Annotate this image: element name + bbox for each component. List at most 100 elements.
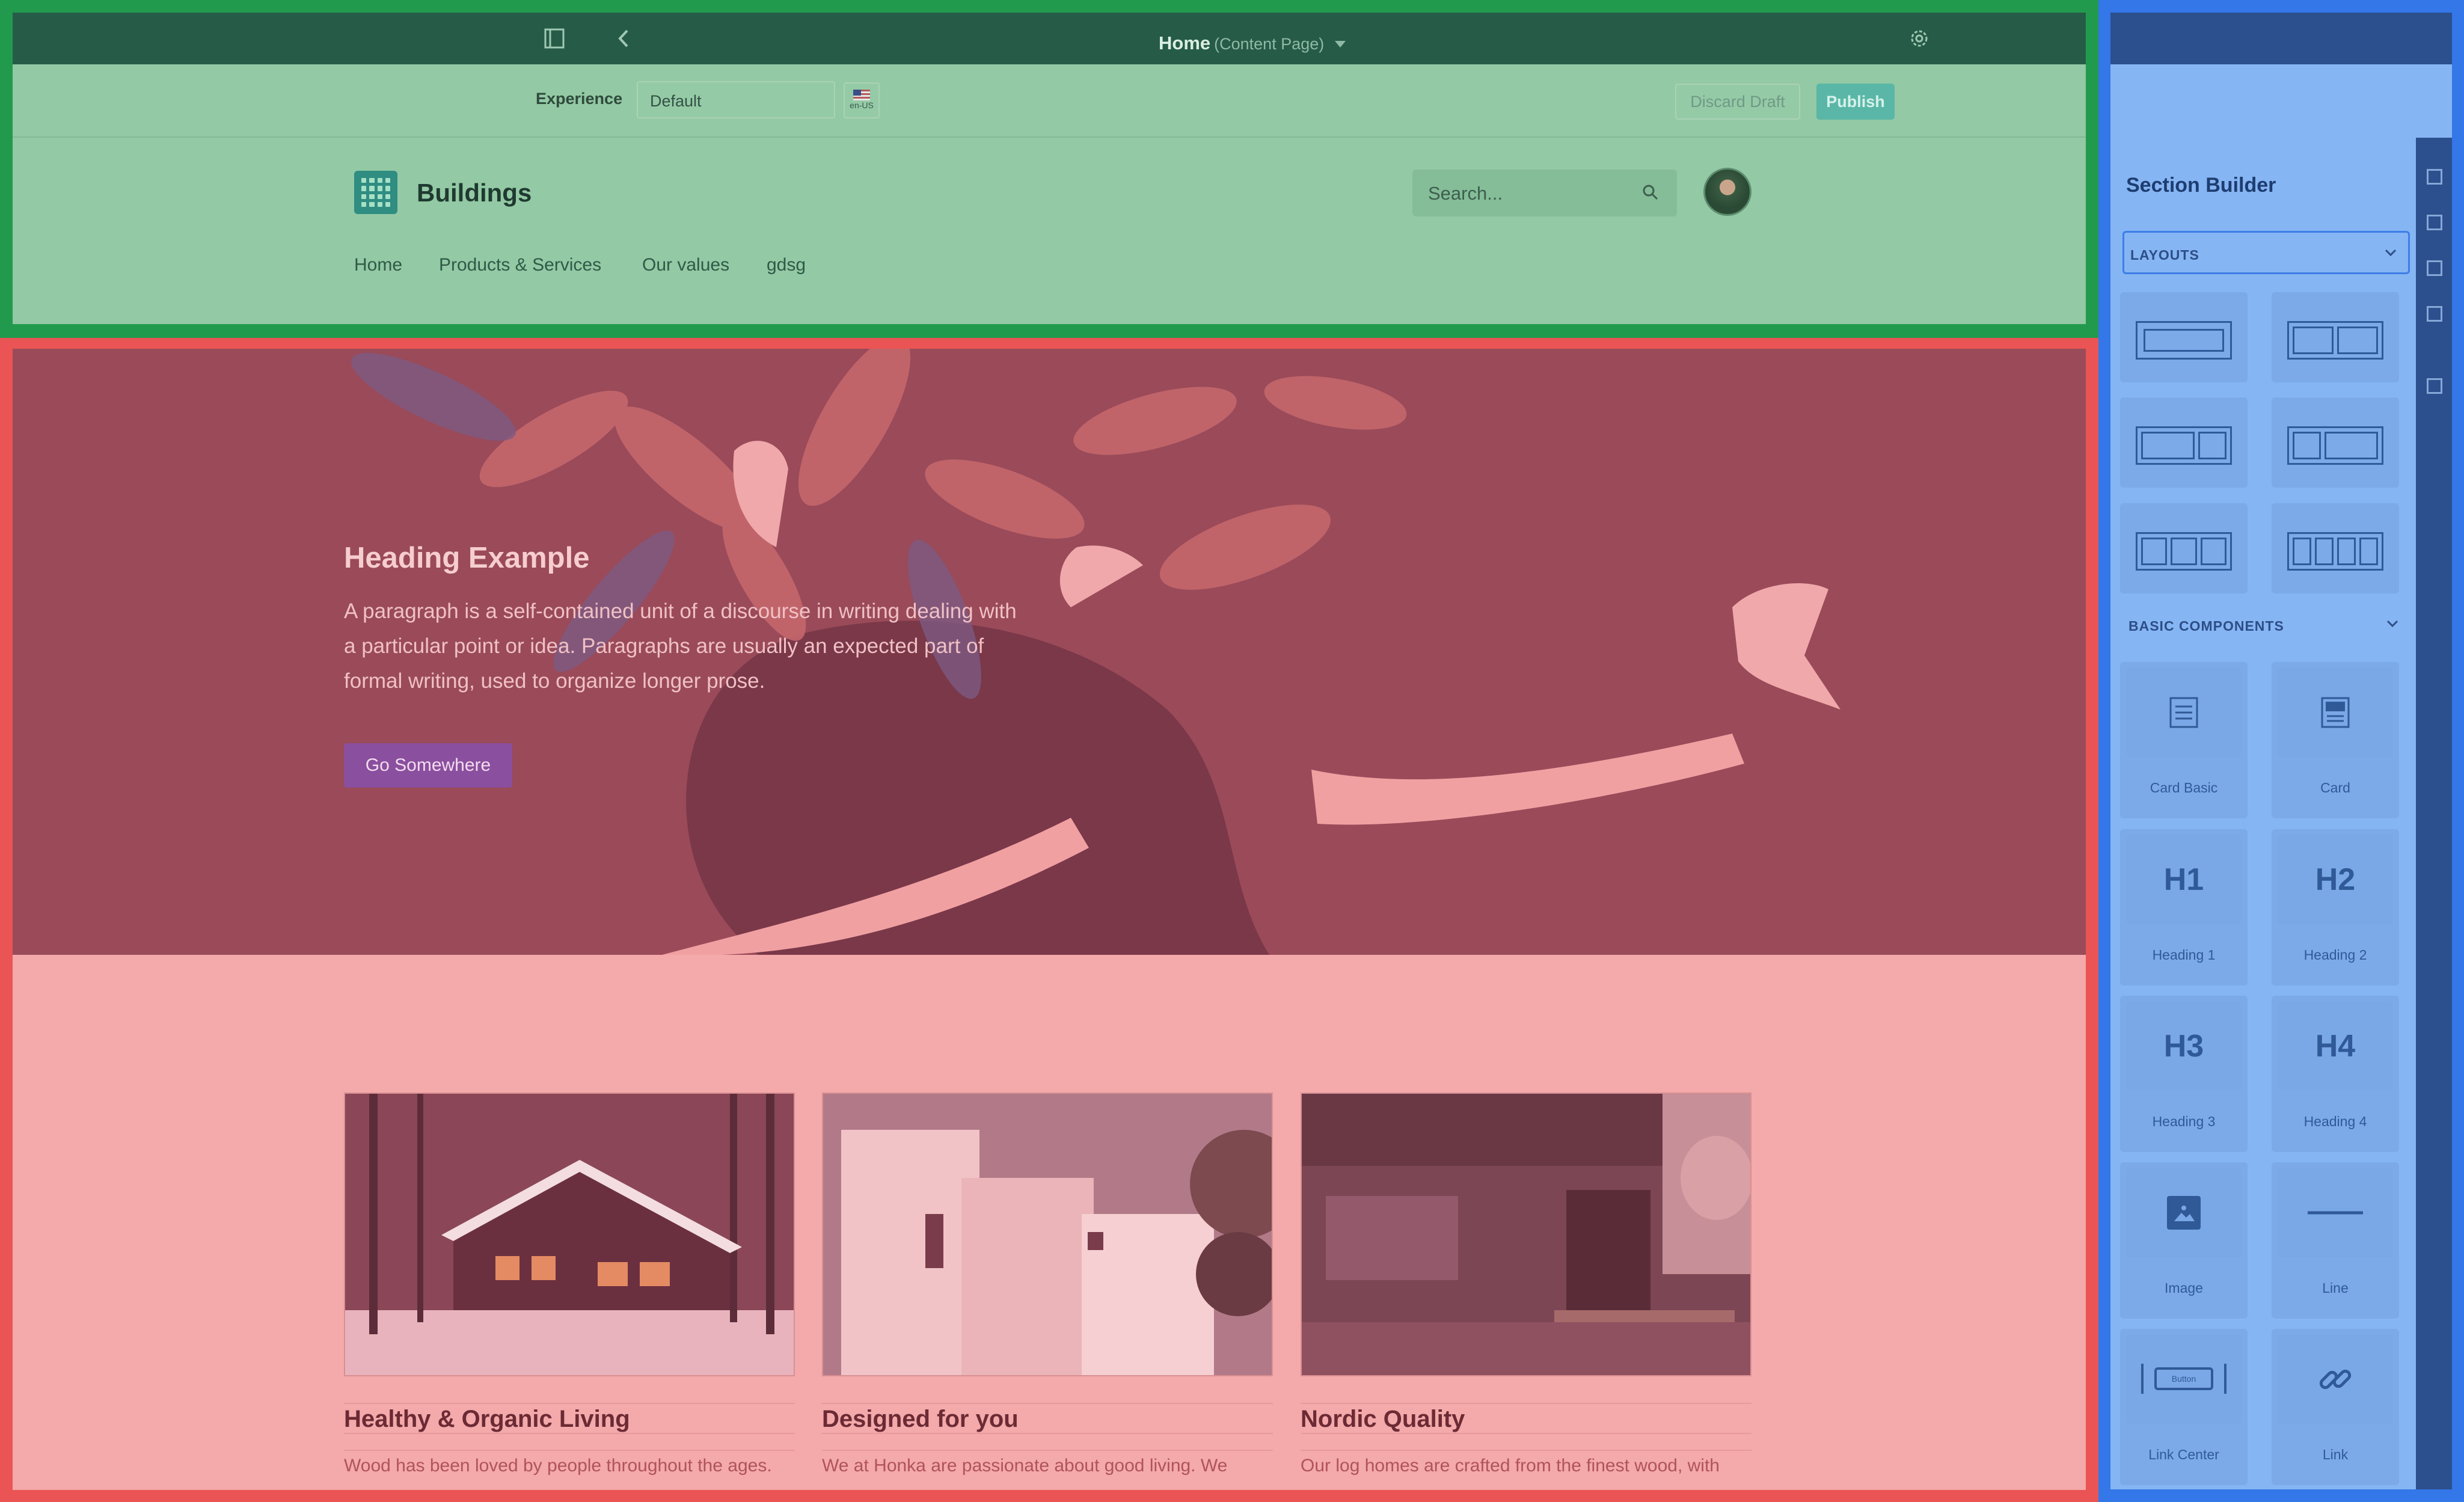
layout-4-columns[interactable] xyxy=(2272,503,2399,593)
card-title: Nordic Quality xyxy=(1301,1403,1751,1434)
component-link-center[interactable]: Button Link Center xyxy=(2120,1329,2248,1485)
nav-our-values[interactable]: Our values xyxy=(642,255,729,275)
hierarchy-icon[interactable] xyxy=(2427,306,2442,322)
site-brand[interactable]: Buildings xyxy=(417,179,532,207)
heading-2-icon: H2 xyxy=(2278,835,2393,924)
go-somewhere-button[interactable]: Go Somewhere xyxy=(344,743,512,788)
component-label: Heading 4 xyxy=(2303,1114,2367,1129)
card-text: Our log homes are crafted from the fines… xyxy=(1301,1450,1751,1477)
chevron-down-icon xyxy=(1335,41,1346,48)
hero-paragraph: A paragraph is a self-contained unit of … xyxy=(344,599,1017,693)
layout-3-columns[interactable] xyxy=(2120,503,2248,593)
sidebar-toggle-icon[interactable] xyxy=(542,26,567,51)
layouts-label: LAYOUTS xyxy=(2130,247,2199,263)
basic-components-accordion[interactable]: BASIC COMPONENTS xyxy=(2122,604,2410,647)
heading-3-icon: H3 xyxy=(2126,1002,2242,1091)
publish-button[interactable]: Publish xyxy=(1816,84,1895,120)
heading-4-icon: H4 xyxy=(2278,1002,2393,1091)
component-heading-2[interactable]: H2 Heading 2 xyxy=(2272,829,2399,985)
component-label: Heading 1 xyxy=(2152,947,2216,963)
user-avatar[interactable] xyxy=(1703,168,1751,216)
component-card-basic[interactable]: Card Basic xyxy=(2120,662,2248,818)
card-basic-icon xyxy=(2126,668,2242,757)
site-header: Buildings Search... Home Products & Serv… xyxy=(13,138,2086,324)
widgets-icon[interactable] xyxy=(2427,215,2442,230)
layout-1-column[interactable] xyxy=(2120,292,2248,382)
card-text: Wood has been loved by people throughout… xyxy=(344,1450,795,1477)
card-text: We at Honka are passionate about good li… xyxy=(822,1450,1273,1477)
editor-topbar: Home (Content Page) xyxy=(13,13,2086,64)
component-label: Line xyxy=(2322,1280,2349,1296)
component-label: Card xyxy=(2320,780,2350,795)
layout-2-columns-wide-right[interactable] xyxy=(2272,397,2399,488)
card-designed-for-you[interactable]: Designed for you We at Honka are passion… xyxy=(822,1093,1273,1477)
panel-side-rail xyxy=(2416,138,2452,1489)
component-line[interactable]: Line xyxy=(2272,1162,2399,1319)
line-icon xyxy=(2278,1168,2393,1257)
card-nordic-quality[interactable]: Nordic Quality Our log homes are crafted… xyxy=(1301,1093,1751,1477)
component-image[interactable]: Image xyxy=(2120,1162,2248,1319)
site-logo-icon[interactable] xyxy=(354,171,397,214)
settings-icon[interactable] xyxy=(1907,26,1932,51)
image-icon xyxy=(2126,1168,2242,1257)
component-label: Heading 2 xyxy=(2303,947,2367,963)
component-card[interactable]: Card xyxy=(2272,662,2399,818)
card-image-interior xyxy=(1301,1093,1751,1376)
chevron-down-icon xyxy=(2386,620,2398,628)
component-label: Link Center xyxy=(2148,1447,2219,1462)
hero-illustration xyxy=(351,349,1840,955)
page-structure-icon[interactable] xyxy=(2427,260,2442,276)
hero-heading: Heading Example xyxy=(344,542,590,574)
page-type: (Content Page) xyxy=(1214,35,1325,53)
locale-button[interactable]: en-US xyxy=(844,82,880,118)
chevron-down-icon xyxy=(2385,249,2397,257)
component-label: Link xyxy=(2322,1447,2349,1462)
search-placeholder: Search... xyxy=(1428,183,1503,204)
locale-label: en-US xyxy=(850,100,874,110)
heading-1-icon: H1 xyxy=(2126,835,2242,924)
section-builder-panel-region: Section Builder LAYOUTS BASIC COMPONENTS… xyxy=(2098,0,2464,1502)
button-icon-text: Button xyxy=(2172,1374,2196,1384)
experience-label: Experience xyxy=(536,90,623,108)
fragments-icon[interactable] xyxy=(2427,169,2442,185)
experience-bar: Experience Default en-US Discard Draft P… xyxy=(13,64,2086,138)
card-image-white-house xyxy=(822,1093,1273,1376)
card-healthy-living[interactable]: Healthy & Organic Living Wood has been l… xyxy=(344,1093,795,1477)
section-builder: Section Builder LAYOUTS BASIC COMPONENTS… xyxy=(2110,138,2416,1489)
back-icon[interactable] xyxy=(611,26,637,51)
card-title: Healthy & Organic Living xyxy=(344,1403,795,1434)
page-title[interactable]: Home (Content Page) xyxy=(1159,32,1346,54)
panel-topbar xyxy=(2110,13,2452,64)
editor-header-region: Home (Content Page) Experience Default en… xyxy=(0,0,2098,338)
basic-components-label: BASIC COMPONENTS xyxy=(2128,618,2284,634)
hero-section[interactable]: Heading Example A paragraph is a self-co… xyxy=(13,349,2086,955)
layouts-accordion[interactable]: LAYOUTS xyxy=(2122,231,2410,274)
button-icon: Button xyxy=(2126,1335,2242,1424)
panel-strip xyxy=(2110,64,2452,138)
layout-2-columns-wide-left[interactable] xyxy=(2120,397,2248,488)
paint-roller-icon[interactable] xyxy=(2427,378,2442,394)
card-title: Designed for you xyxy=(822,1403,1273,1434)
component-heading-4[interactable]: H4 Heading 4 xyxy=(2272,996,2399,1152)
layout-2-columns[interactable] xyxy=(2272,292,2399,382)
discard-draft-button[interactable]: Discard Draft xyxy=(1675,84,1800,120)
nav-products-services[interactable]: Products & Services xyxy=(439,255,601,275)
component-heading-1[interactable]: H1 Heading 1 xyxy=(2120,829,2248,985)
nav-home[interactable]: Home xyxy=(354,255,402,275)
us-flag-icon xyxy=(853,90,870,100)
site-search-input[interactable]: Search... xyxy=(1412,170,1677,216)
nav-gdsg[interactable]: gdsg xyxy=(767,255,806,275)
page-content-region: Heading Example A paragraph is a self-co… xyxy=(0,338,2098,1502)
experience-select[interactable]: Default xyxy=(637,81,835,118)
component-label: Image xyxy=(2165,1280,2203,1296)
card-image-cabin xyxy=(344,1093,795,1376)
component-heading-3[interactable]: H3 Heading 3 xyxy=(2120,996,2248,1152)
link-icon xyxy=(2278,1335,2393,1424)
section-builder-title: Section Builder xyxy=(2126,174,2276,197)
component-link[interactable]: Link xyxy=(2272,1329,2399,1485)
component-label: Card Basic xyxy=(2150,780,2218,795)
search-icon[interactable] xyxy=(1641,183,1660,202)
cards-section: Healthy & Organic Living Wood has been l… xyxy=(13,955,2086,1490)
page-title-text: Home xyxy=(1159,32,1211,54)
component-label: Heading 3 xyxy=(2152,1114,2216,1129)
